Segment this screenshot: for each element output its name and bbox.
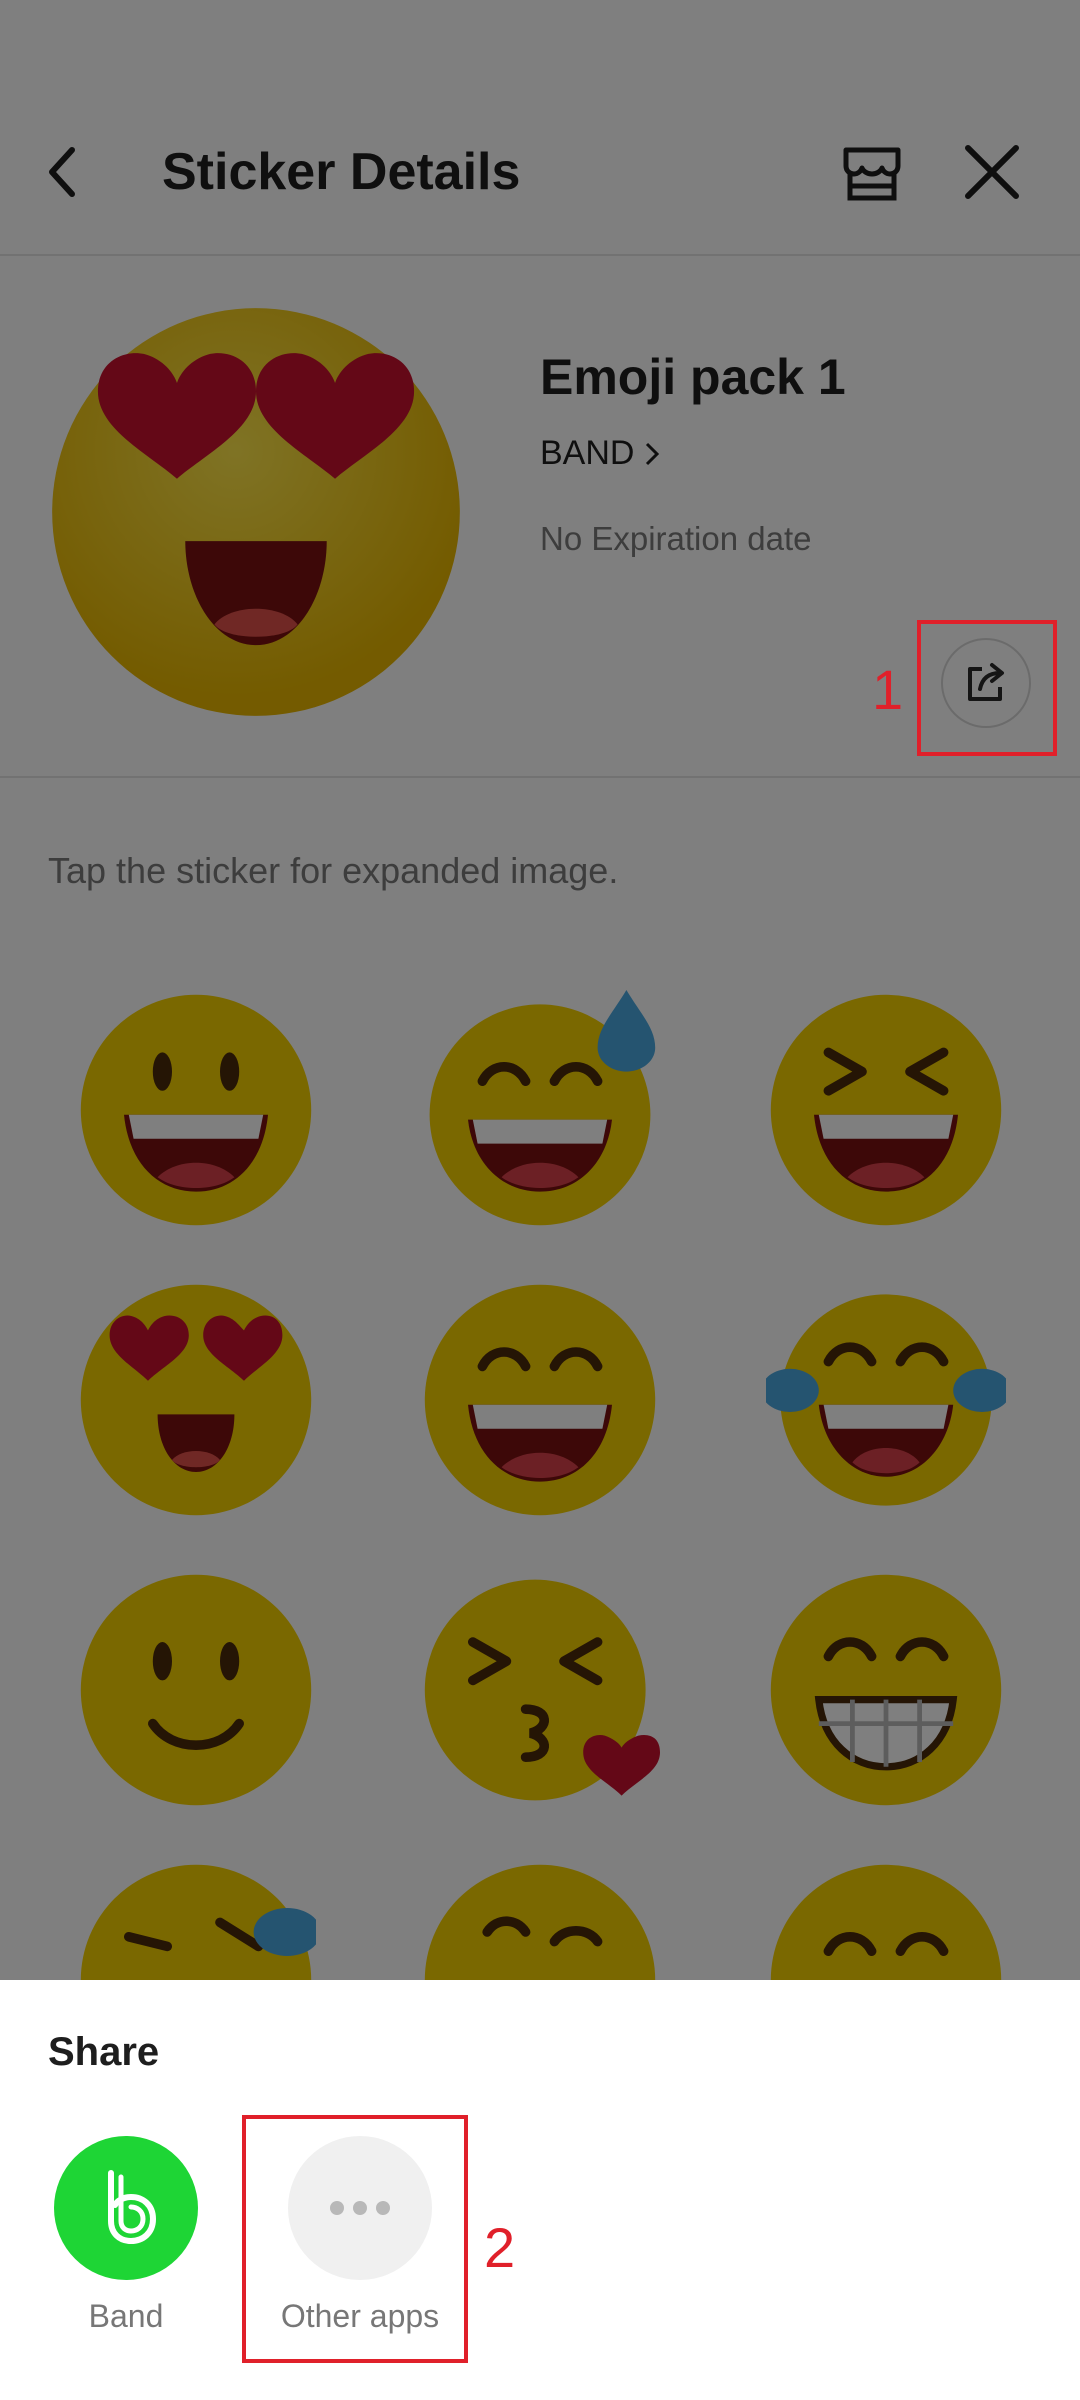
share-sheet: Share Band Other apps — [0, 1980, 1080, 2400]
share-app-band-label: Band — [88, 2298, 164, 2334]
annotation-number-2: 2 — [484, 2216, 516, 2279]
share-sheet-title: Share — [48, 2030, 160, 2074]
band-app-icon — [54, 2136, 198, 2280]
highlight-box-share — [917, 620, 1057, 756]
dim-overlay[interactable] — [0, 0, 1080, 1980]
share-app-band[interactable]: Band — [26, 2136, 226, 2335]
band-logo-icon — [108, 2170, 157, 2245]
annotation-number-1: 1 — [872, 658, 904, 721]
highlight-box-other-apps — [242, 2115, 468, 2363]
